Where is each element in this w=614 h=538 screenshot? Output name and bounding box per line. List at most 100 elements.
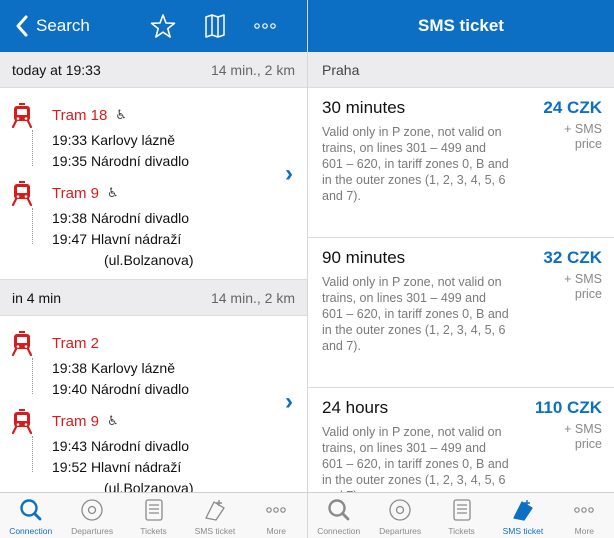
page-title: SMS ticket [418,16,504,35]
tab-label: Departures [379,526,422,536]
tram-icon [10,330,34,357]
stop-name: Hlavní nádraží [90,459,182,475]
tab-connection[interactable]: Connection [308,493,369,538]
tram-icon [10,408,34,435]
tab-label: Departures [71,526,114,536]
tab-departures[interactable]: Departures [369,493,430,538]
wheelchair-icon: ♿ [106,185,119,200]
stop-row: 19:38 Karlovy lázně [10,358,297,379]
connection-navbar: Search [0,0,307,52]
tab-departures[interactable]: Departures [61,493,122,538]
route-leg: Tram 18 ♿ 19:33 Karlovy lázně 19:35 Národní… [10,100,297,172]
tab-label: More [574,526,595,536]
stop-row: 19:43 Národní divadlo [10,436,297,457]
route-leg: Tram 9 ♿ 19:43 Národní divadlo 19:52 Hlavní… [10,406,297,499]
trip-summary: 14 min., 2 km [210,61,295,78]
tab-more[interactable]: More [554,493,614,538]
right-tab-bar: Connection Departures Tickets SMS ticket Mor… [308,492,614,538]
star-icon[interactable] [150,13,176,39]
back-button[interactable]: Search [0,14,90,38]
search-icon [326,498,352,526]
route-leg: Tram 2 19:38 Karlovy lázně 19:40 Národní d… [10,328,297,400]
stop-time: 19:35 [52,153,88,169]
ticket-price-note: + SMS price [564,122,602,151]
stop-row: 19:35 Národní divadlo [10,151,297,172]
trip-summary: 14 min., 2 km [210,289,295,306]
route-leg: Tram 9 ♿ 19:38 Národní divadlo 19:47 Hlavní… [10,178,297,271]
line-name: Tram 9 [52,184,99,202]
more-icon [263,498,289,526]
wheelchair-icon: ♿ [106,413,119,428]
section-header: today at 19:33 14 min., 2 km [0,52,307,88]
departures-icon [79,498,105,526]
wheelchair-icon: ♿ [115,107,127,122]
map-icon[interactable] [204,14,226,38]
tab-label: SMS ticket [194,526,236,536]
tram-icon [10,180,34,207]
leg-connector [32,208,33,244]
departures-icon [387,498,413,526]
ticket-description: Valid only in P zone, not valid on train… [322,275,509,353]
stop-name: Karlovy lázně [90,360,175,376]
tab-label: More [266,526,287,536]
leg-connector [32,436,33,472]
sms-ticket-icon [510,498,536,526]
tab-sms-ticket[interactable]: SMS ticket [184,493,245,538]
tab-label: Tickets [448,526,475,536]
search-icon [18,498,44,526]
tab-label: Connection [9,526,53,536]
stop-name: Karlovy lázně [90,132,175,148]
city-header: Praha [308,52,614,88]
route-card[interactable]: › Tram 2 19:38 Karlovy lázně 19:40 Národní … [0,316,307,508]
stop-time: 19:43 [52,438,88,454]
ticket-option[interactable]: 90 minutes 32 CZK + SMS price Valid only in… [308,238,614,388]
sms-ticket-screen: SMS ticket Praha 30 minutes 24 CZK + SMS p… [307,0,614,538]
sms-ticket-icon [202,498,228,526]
chevron-left-icon [16,15,28,37]
stop-name: Národní divadlo [90,210,189,226]
stop-row: 19:40 Národní divadlo [10,379,297,400]
line-name: Tram 9 [52,412,99,430]
stop-name: Národní divadlo [90,438,189,454]
ticket-price: 110 CZK [534,398,602,417]
stop-name: Národní divadlo [90,381,189,397]
tab-sms-ticket[interactable]: SMS ticket [492,493,553,538]
line-name: Tram 18 [52,106,108,124]
stop-row: 19:33 Karlovy lázně [10,130,297,151]
leg-connector [32,358,33,394]
left-tab-bar: Connection Departures Tickets SMS ticket Mor… [0,492,307,538]
tab-more[interactable]: More [246,493,307,538]
connection-screen: Search today at 19:33 14 min., 2 km › Tram … [0,0,307,538]
back-label: Search [36,16,90,35]
more-options-icon[interactable] [254,22,276,30]
tab-label: SMS ticket [502,526,544,536]
tab-connection[interactable]: Connection [0,493,61,538]
stop-time: 19:47 [52,231,88,247]
sms-ticket-navbar: SMS ticket [308,0,614,52]
stop-time: 19:38 [52,360,88,376]
stop-row: 19:52 Hlavní nádraží [10,457,297,478]
tab-tickets[interactable]: Tickets [123,493,184,538]
stop-row: 19:38 Národní divadlo [10,208,297,229]
stop-name: Národní divadlo [90,153,189,169]
departure-time: in 4 min [12,289,62,306]
ticket-price-note: + SMS price [564,422,602,451]
tab-label: Tickets [140,526,167,536]
ticket-price: 32 CZK [543,248,602,267]
route-card[interactable]: › Tram 18 ♿ 19:33 Karlovy lázně 19:35 Národn… [0,88,307,280]
stop-time: 19:38 [52,210,88,226]
tab-tickets[interactable]: Tickets [431,493,492,538]
tram-icon [10,102,34,129]
more-icon [571,498,597,526]
ticket-price-note: + SMS price [564,272,602,301]
stop-name: Hlavní nádraží [90,231,182,247]
tab-label: Connection [317,526,361,536]
ticket-option[interactable]: 30 minutes 24 CZK + SMS price Valid only in… [308,88,614,238]
stop-address: (ul.Bolzanova) [104,252,194,268]
tickets-icon [141,498,167,526]
line-name: Tram 2 [52,334,99,352]
stop-row: 19:47 Hlavní nádraží [10,229,297,250]
tickets-icon [449,498,475,526]
ticket-description: Valid only in P zone, not valid on train… [322,125,509,203]
stop-time: 19:40 [52,381,88,397]
